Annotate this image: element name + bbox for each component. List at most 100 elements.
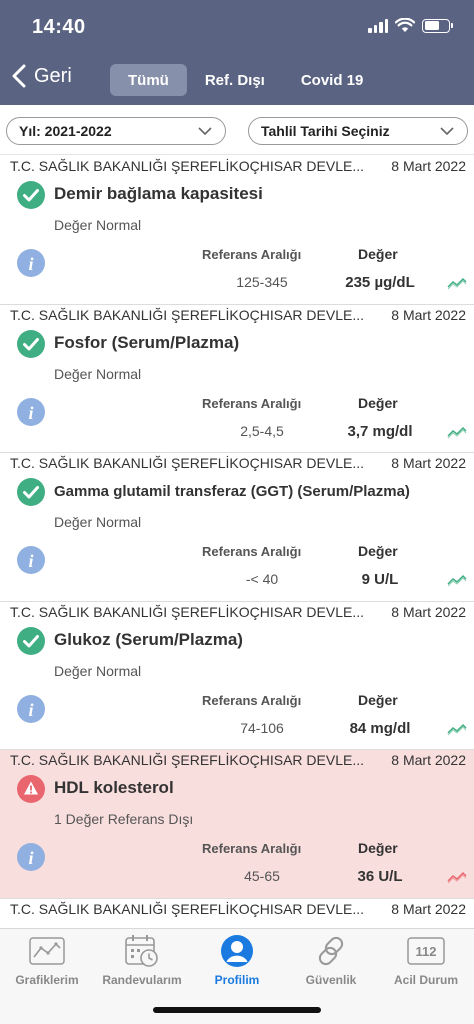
- reference-range-label: Referans Aralığı: [202, 692, 302, 708]
- tab-label: Profilim: [214, 973, 260, 987]
- result-date: 8 Mart 2022: [391, 900, 466, 917]
- result-card[interactable]: T.C. SAĞLIK BAKANLIĞI ŞEREFLİKOÇHISAR DE…: [0, 453, 474, 602]
- test-name: Gamma glutamil transferaz (GGT) (Serum/P…: [54, 483, 410, 500]
- year-dropdown-label: Yıl: 2021-2022: [19, 123, 112, 139]
- result-value: 235 µg/dL: [345, 274, 415, 291]
- hospital-name: T.C. SAĞLIK BAKANLIĞI ŞEREFLİKOÇHISAR DE…: [10, 752, 364, 768]
- status-icons: [368, 18, 453, 33]
- date-dropdown[interactable]: Tahlil Tarihi Seçiniz: [248, 117, 468, 145]
- tab-label: Randevularım: [102, 973, 182, 987]
- trend-chart-icon[interactable]: [447, 870, 467, 884]
- hospital-name: T.C. SAĞLIK BAKANLIĞI ŞEREFLİKOÇHISAR DE…: [10, 900, 364, 917]
- cellular-signal-icon: [368, 18, 388, 33]
- hospital-name: T.C. SAĞLIK BAKANLIĞI ŞEREFLİKOÇHISAR DE…: [10, 306, 364, 323]
- info-icon[interactable]: i: [17, 249, 45, 277]
- filter-bar: Yıl: 2021-2022 Tahlil Tarihi Seçiniz: [0, 105, 474, 155]
- info-icon[interactable]: i: [17, 694, 45, 723]
- check-icon: [17, 478, 45, 506]
- warning-icon: [17, 775, 45, 803]
- result-status: Değer Normal: [54, 514, 142, 530]
- result-date: 8 Mart 2022: [391, 158, 466, 174]
- trend-chart-icon[interactable]: [447, 425, 467, 439]
- result-value: 3,7 mg/dl: [347, 422, 413, 440]
- reference-range-value: -< 40: [245, 571, 279, 587]
- svg-text:i: i: [28, 551, 33, 571]
- result-card-alert[interactable]: T.C. SAĞLIK BAKANLIĞI ŞEREFLİKOÇHISAR DE…: [0, 750, 474, 899]
- reference-range-value: 74-106: [240, 719, 284, 736]
- test-name: Fosfor (Serum/Plazma): [54, 332, 240, 352]
- svg-text:i: i: [28, 254, 33, 274]
- check-icon: [17, 329, 45, 358]
- hospital-name: T.C. SAĞLIK BAKANLIĞI ŞEREFLİKOÇHISAR DE…: [10, 455, 364, 471]
- result-card[interactable]: T.C. SAĞLIK BAKANLIĞI ŞEREFLİKOÇHISAR DE…: [0, 304, 474, 453]
- wifi-icon: [395, 18, 415, 32]
- results-list: T.C. SAĞLIK BAKANLIĞI ŞEREFLİKOÇHISAR DE…: [0, 156, 474, 928]
- status-time: 14:40: [32, 16, 86, 38]
- info-icon[interactable]: i: [17, 397, 45, 426]
- app-header: 14:40 Geri Tümü Ref. Dışı Covid 19: [0, 0, 474, 105]
- chart-icon: [27, 933, 67, 969]
- back-button[interactable]: Geri: [12, 64, 72, 88]
- result-card[interactable]: T.C. SAĞLIK BAKANLIĞI ŞEREFLİKOÇHISAR DE…: [0, 898, 474, 928]
- check-icon: [17, 181, 45, 209]
- result-value: 36 U/L: [357, 868, 403, 885]
- bottom-tab-bar: Grafiklerim Randevularım Profilim Güvenl…: [0, 928, 474, 1024]
- value-label: Değer: [358, 246, 398, 262]
- calendar-icon: [122, 933, 162, 969]
- reference-range-label: Referans Aralığı: [202, 395, 302, 411]
- tab-label: Güvenlik: [305, 973, 357, 987]
- value-label: Değer: [358, 394, 398, 411]
- result-date: 8 Mart 2022: [391, 752, 466, 768]
- value-label: Değer: [358, 543, 398, 559]
- value-label: Değer: [358, 691, 398, 708]
- filter-segment: Tümü Ref. Dışı Covid 19: [110, 64, 381, 96]
- reference-range-value: 45-65: [244, 868, 280, 884]
- result-value: 9 U/L: [361, 571, 399, 588]
- tab-profile[interactable]: Profilim: [190, 933, 284, 987]
- trend-chart-icon[interactable]: [447, 722, 467, 736]
- tab-emergency[interactable]: 112 Acil Durum: [379, 933, 473, 987]
- reference-range-value: 125-345: [236, 274, 288, 290]
- test-name: Glukoz (Serum/Plazma): [54, 629, 243, 649]
- svg-text:i: i: [28, 848, 33, 868]
- year-dropdown[interactable]: Yıl: 2021-2022: [6, 117, 226, 145]
- result-value: 84 mg/dl: [349, 719, 411, 737]
- result-date: 8 Mart 2022: [391, 455, 466, 471]
- tab-label: Acil Durum: [393, 973, 458, 987]
- trend-chart-icon[interactable]: [447, 276, 467, 290]
- navbar: Geri Tümü Ref. Dışı Covid 19: [0, 58, 474, 102]
- tab-appointments[interactable]: Randevularım: [95, 933, 189, 987]
- tab-security[interactable]: Güvenlik: [284, 933, 378, 987]
- check-icon: [17, 626, 45, 655]
- tab-out-of-range[interactable]: Ref. Dışı: [187, 64, 283, 96]
- info-icon[interactable]: i: [17, 843, 45, 871]
- tab-charts[interactable]: Grafiklerim: [0, 933, 94, 987]
- test-name: Demir bağlama kapasitesi: [54, 184, 263, 203]
- svg-text:i: i: [28, 700, 33, 720]
- tab-covid[interactable]: Covid 19: [283, 64, 382, 96]
- result-date: 8 Mart 2022: [391, 603, 466, 620]
- result-status: 1 Değer Referans Dışı: [54, 811, 194, 827]
- tab-all[interactable]: Tümü: [110, 64, 187, 96]
- hospital-name: T.C. SAĞLIK BAKANLIĞI ŞEREFLİKOÇHISAR DE…: [10, 158, 364, 174]
- result-status: Değer Normal: [54, 365, 142, 382]
- chevron-down-icon: [440, 127, 454, 136]
- battery-icon: [422, 18, 453, 33]
- chevron-left-icon: [12, 64, 26, 88]
- hospital-name: T.C. SAĞLIK BAKANLIĞI ŞEREFLİKOÇHISAR DE…: [10, 603, 364, 620]
- emergency-icon: 112: [406, 933, 446, 969]
- result-card[interactable]: T.C. SAĞLIK BAKANLIĞI ŞEREFLİKOÇHISAR DE…: [0, 601, 474, 750]
- test-name: HDL kolesterol: [54, 778, 174, 797]
- value-label: Değer: [358, 840, 398, 856]
- result-status: Değer Normal: [54, 662, 142, 679]
- reference-range-label: Referans Aralığı: [202, 544, 302, 559]
- trend-chart-icon[interactable]: [447, 573, 467, 587]
- tab-label: Grafiklerim: [15, 973, 79, 987]
- profile-icon: [217, 933, 257, 969]
- info-icon[interactable]: i: [17, 546, 45, 574]
- status-bar: 14:40: [0, 0, 474, 55]
- result-card[interactable]: T.C. SAĞLIK BAKANLIĞI ŞEREFLİKOÇHISAR DE…: [0, 156, 474, 305]
- back-label: Geri: [34, 64, 72, 87]
- home-indicator: [153, 1007, 321, 1013]
- reference-range-value: 2,5-4,5: [240, 422, 284, 439]
